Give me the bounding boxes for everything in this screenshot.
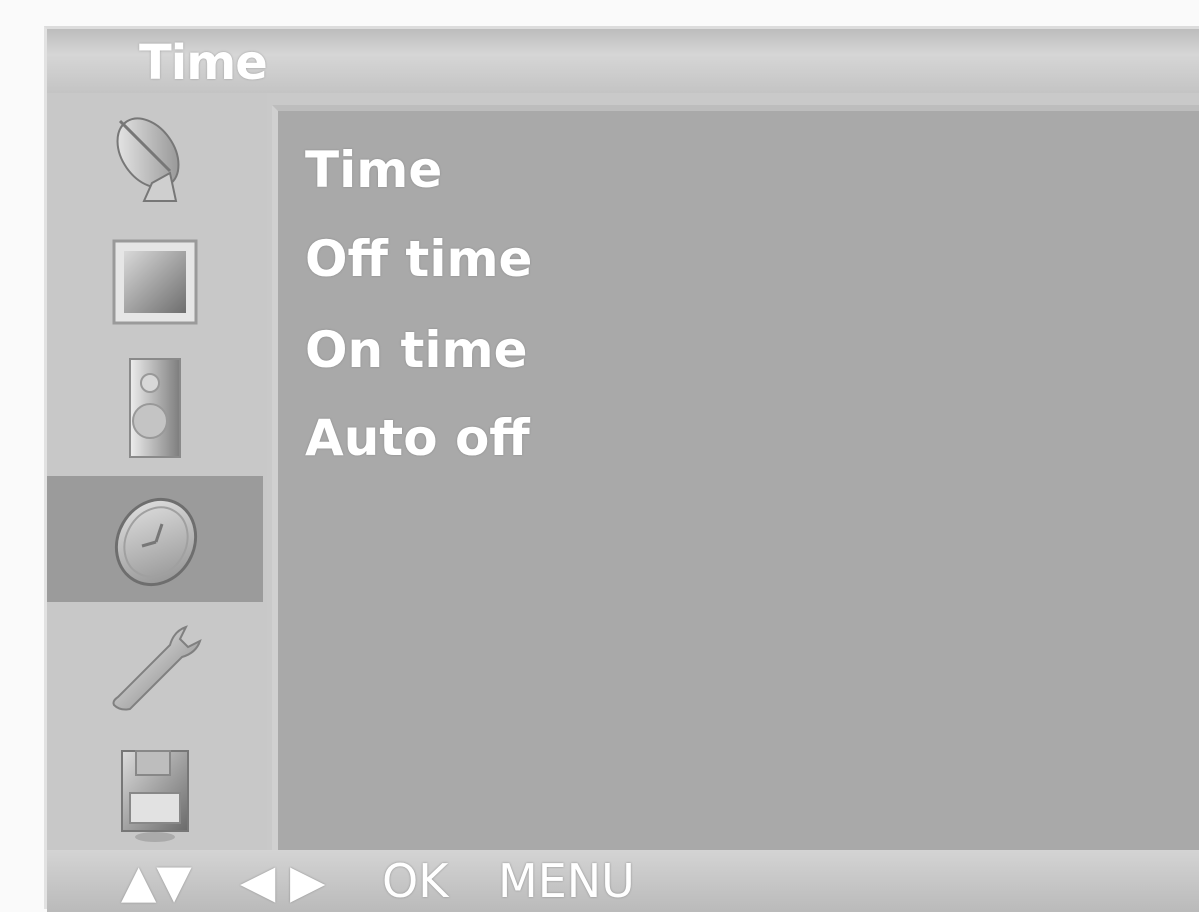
menu-panel: Time Off time On time Auto off bbox=[272, 105, 1199, 850]
satellite-dish-icon bbox=[116, 117, 180, 202]
menu-item-auto-off[interactable]: Auto off bbox=[305, 409, 530, 467]
sidebar-item-sound[interactable] bbox=[47, 345, 263, 471]
save-icon bbox=[121, 750, 189, 842]
menu-key-hint: MENU bbox=[498, 854, 635, 908]
up-down-arrows-hint: ▲▼ bbox=[121, 854, 192, 908]
osd-menu-window: Time Time Off time On time Auto off ▲▼ ◀… bbox=[44, 26, 1199, 912]
sidebar-item-time[interactable] bbox=[47, 476, 263, 602]
sidebar-item-option[interactable] bbox=[47, 603, 263, 729]
sidebar-item-lock[interactable] bbox=[47, 729, 263, 855]
menu-item-time[interactable]: Time bbox=[305, 141, 442, 199]
menu-item-off-time[interactable]: Off time bbox=[305, 230, 532, 288]
speaker-icon bbox=[129, 358, 181, 458]
ok-key-hint: OK bbox=[382, 854, 449, 908]
wrench-icon bbox=[112, 625, 202, 711]
left-right-arrows-hint: ◀ ▶ bbox=[240, 854, 326, 908]
menu-item-on-time[interactable]: On time bbox=[305, 321, 528, 379]
key-guide-bar: ▲▼ ◀ ▶ OK MENU bbox=[47, 850, 1199, 912]
sidebar-item-setup[interactable] bbox=[47, 93, 263, 219]
picture-icon bbox=[112, 239, 198, 325]
category-sidebar bbox=[47, 93, 267, 850]
clock-icon bbox=[114, 497, 198, 587]
page-title: Time bbox=[139, 35, 268, 91]
title-bar: Time bbox=[47, 29, 1199, 93]
sidebar-item-picture[interactable] bbox=[47, 219, 263, 345]
